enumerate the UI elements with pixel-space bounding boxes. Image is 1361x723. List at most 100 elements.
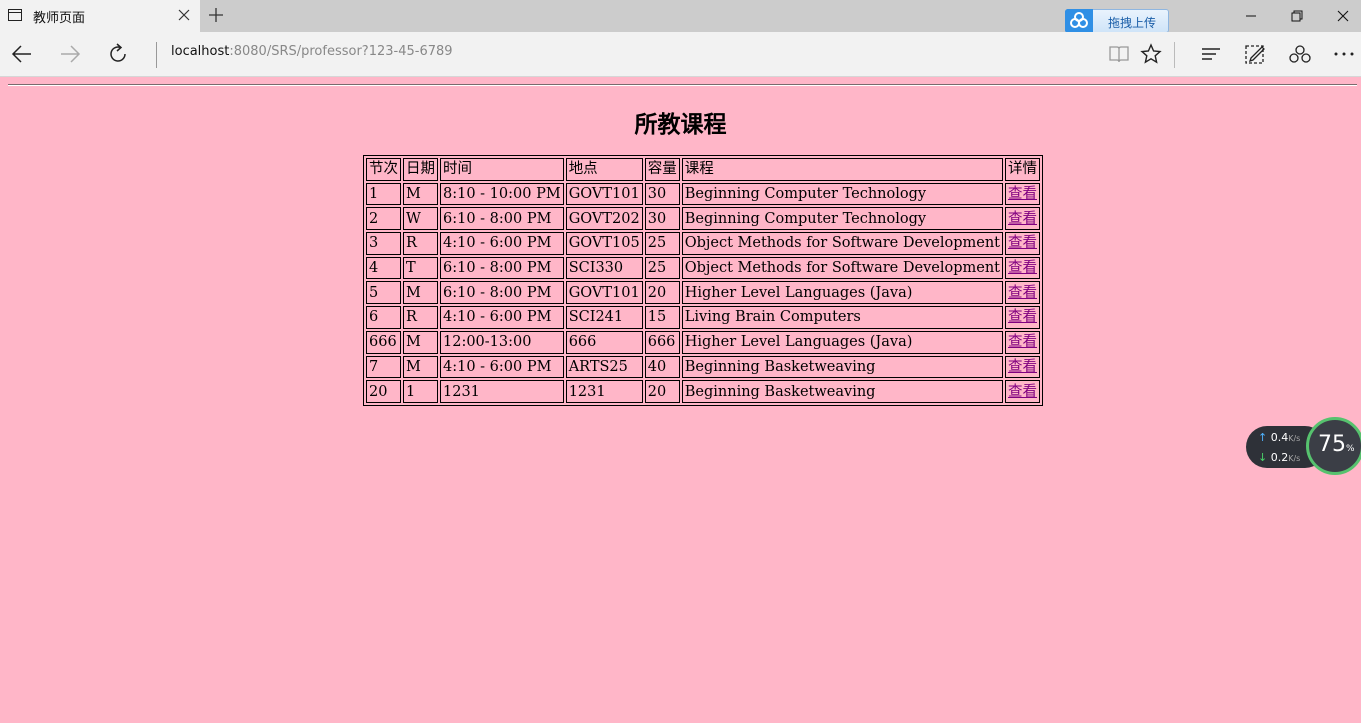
- address-bar: localhost:8080/SRS/professor?123-45-6789: [0, 32, 1361, 77]
- upload-arrow-icon: ↑: [1258, 431, 1268, 444]
- course-table: 节次 日期 时间 地点 容量 课程 详情 1 M 8:10 - 10:00 PM GOVT101 3…: [363, 155, 1043, 406]
- table-cell: 12:00-13:00: [440, 330, 564, 354]
- forward-arrow-icon[interactable]: [58, 42, 82, 66]
- memory-usage-value: 75%: [1318, 432, 1355, 457]
- table-cell: 查看: [1005, 355, 1040, 379]
- table-cell: Beginning Basketweaving: [681, 355, 1003, 379]
- table-row: 666 M 12:00-13:00 666 666 Higher Level Langua…: [366, 330, 1040, 354]
- table-cell: 7: [366, 355, 401, 379]
- new-tab-icon[interactable]: [206, 5, 226, 25]
- page-title: 所教课程: [634, 111, 727, 138]
- table-cell: 20: [366, 380, 401, 403]
- table-cell: GOVT105: [565, 232, 643, 255]
- table-row: 5 M 6:10 - 8:00 PM GOVT101 20 Higher Level La…: [366, 281, 1040, 305]
- table-cell: 666: [644, 330, 680, 354]
- table-cell: 3: [366, 232, 401, 255]
- column-header: 日期: [403, 158, 438, 181]
- address-separator: [156, 42, 157, 68]
- table-cell: 查看: [1005, 207, 1040, 231]
- favorite-star-icon[interactable]: [1139, 42, 1163, 66]
- table-row: 3 R 4:10 - 6:00 PM GOVT105 25 Object Methods …: [366, 232, 1040, 255]
- table-cell: 6:10 - 8:00 PM: [440, 207, 564, 231]
- table-cell: 25: [644, 256, 680, 280]
- download-arrow-icon: ↓: [1258, 451, 1268, 464]
- view-details-link[interactable]: 查看: [1008, 309, 1037, 325]
- table-cell: 4: [366, 256, 401, 280]
- horizontal-rule: [8, 84, 1357, 86]
- table-cell: 查看: [1005, 330, 1040, 354]
- memory-usage-gauge[interactable]: 75%: [1306, 417, 1361, 475]
- table-cell: 6:10 - 8:00 PM: [440, 281, 564, 305]
- table-cell: 查看: [1005, 281, 1040, 305]
- view-details-link[interactable]: 查看: [1008, 334, 1037, 350]
- table-cell: Higher Level Languages (Java): [681, 330, 1003, 354]
- table-cell: 666: [366, 330, 401, 354]
- memory-usage-number: 75: [1318, 432, 1346, 457]
- table-cell: R: [403, 306, 438, 329]
- table-cell: 查看: [1005, 232, 1040, 255]
- table-cell: Beginning Computer Technology: [681, 182, 1003, 206]
- reading-view-icon[interactable]: [1107, 42, 1131, 66]
- table-cell: 30: [644, 207, 680, 231]
- title-bar: 教师页面 拖拽上传: [0, 0, 1361, 33]
- table-cell: 8:10 - 10:00 PM: [440, 182, 564, 206]
- network-speed-widget[interactable]: ↑ 0.4K/s ↓ 0.2K/s 75%: [1246, 417, 1361, 475]
- column-header: 容量: [644, 158, 680, 181]
- table-row: 6 R 4:10 - 6:00 PM SCI241 15 Living Brain Com…: [366, 306, 1040, 329]
- column-header: 地点: [565, 158, 643, 181]
- table-cell: GOVT101: [565, 182, 643, 206]
- view-details-link[interactable]: 查看: [1008, 285, 1037, 301]
- page-content: 所教课程 节次 日期 时间 地点 容量 课程 详情 1 M 8:10 - 10:00 PM GOV…: [0, 77, 1361, 723]
- download-speed: ↓ 0.2K/s: [1258, 451, 1300, 464]
- table-cell: Object Methods for Software Development: [681, 256, 1003, 280]
- table-cell: Higher Level Languages (Java): [681, 281, 1003, 305]
- hub-list-icon[interactable]: [1199, 42, 1223, 66]
- tab-title: 教师页面: [33, 11, 86, 26]
- table-row: 1 M 8:10 - 10:00 PM GOVT101 30 Beginning Comp…: [366, 182, 1040, 206]
- table-cell: 4:10 - 6:00 PM: [440, 232, 564, 255]
- table-cell: 20: [644, 380, 680, 403]
- column-header: 节次: [366, 158, 401, 181]
- column-header: 课程: [681, 158, 1003, 181]
- table-cell: 查看: [1005, 306, 1040, 329]
- url-field[interactable]: localhost:8080/SRS/professor?123-45-6789: [171, 44, 453, 59]
- upload-speed: ↑ 0.4K/s: [1258, 431, 1300, 444]
- table-cell: 2: [366, 207, 401, 231]
- table-cell: 1: [366, 182, 401, 206]
- table-cell: 666: [565, 330, 643, 354]
- toolbar-separator: [1174, 42, 1175, 68]
- table-cell: 查看: [1005, 182, 1040, 206]
- restore-icon[interactable]: [1285, 4, 1309, 28]
- drag-upload-button[interactable]: 拖拽上传: [1065, 9, 1169, 33]
- drag-upload-label: 拖拽上传: [1108, 16, 1157, 30]
- refresh-icon[interactable]: [106, 42, 130, 66]
- download-speed-value: 0.2: [1270, 451, 1289, 464]
- view-details-link[interactable]: 查看: [1008, 384, 1037, 400]
- view-details-link[interactable]: 查看: [1008, 260, 1037, 276]
- url-path: :8080/SRS/professor?123-45-6789: [229, 44, 453, 59]
- table-row: 7 M 4:10 - 6:00 PM ARTS25 40 Beginning Basket…: [366, 355, 1040, 379]
- table-cell: 5: [366, 281, 401, 305]
- column-header: 详情: [1005, 158, 1040, 181]
- view-details-link[interactable]: 查看: [1008, 211, 1037, 227]
- browser-tab[interactable]: 教师页面: [0, 0, 200, 32]
- view-details-link[interactable]: 查看: [1008, 235, 1037, 251]
- table-cell: 1231: [440, 380, 564, 403]
- more-options-icon[interactable]: [1332, 42, 1356, 66]
- table-row: 20 1 1231 1231 20 Beginning Basketweaving 查看: [366, 380, 1040, 403]
- table-row: 4 T 6:10 - 8:00 PM SCI330 25 Object Methods f…: [366, 256, 1040, 280]
- table-cell: 15: [644, 306, 680, 329]
- view-details-link[interactable]: 查看: [1008, 186, 1037, 202]
- column-header: 时间: [440, 158, 564, 181]
- minimize-icon[interactable]: [1239, 4, 1263, 28]
- web-note-icon[interactable]: [1243, 42, 1267, 66]
- table-cell: M: [403, 182, 438, 206]
- table-cell: Beginning Basketweaving: [681, 380, 1003, 403]
- back-arrow-icon[interactable]: [10, 42, 34, 66]
- table-cell: M: [403, 355, 438, 379]
- share-icon[interactable]: [1288, 42, 1312, 66]
- view-details-link[interactable]: 查看: [1008, 359, 1037, 375]
- table-cell: GOVT202: [565, 207, 643, 231]
- close-window-icon[interactable]: [1331, 4, 1355, 28]
- tab-close-icon[interactable]: [176, 7, 192, 23]
